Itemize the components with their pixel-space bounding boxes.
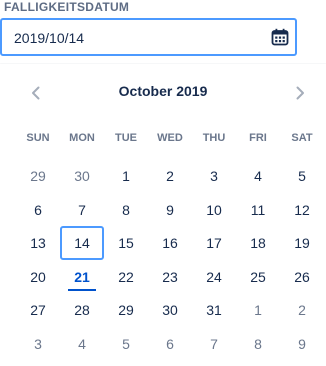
day-cell[interactable]: 6 [16,193,60,227]
day-cell[interactable]: 22 [104,260,148,294]
chevron-right-icon[interactable] [290,83,310,103]
day-cell[interactable]: 26 [280,260,324,294]
calendar-icon[interactable] [271,28,289,46]
day-cell[interactable]: 3 [16,327,60,361]
weekday-sun: SUN [26,132,50,144]
day-cell[interactable]: 9 [280,327,324,361]
day-cell[interactable]: 24 [192,260,236,294]
day-cell[interactable]: 1 [236,293,280,327]
day-cell[interactable]: 28 [60,293,104,327]
day-cell[interactable]: 7 [60,193,104,227]
day-cell[interactable]: 12 [280,193,324,227]
day-cell[interactable]: 3 [192,159,236,193]
day-cell[interactable]: 4 [60,327,104,361]
day-cell[interactable]: 6 [148,327,192,361]
month-year-title: October 2019 [118,83,208,99]
day-cell[interactable]: 8 [104,193,148,227]
day-cell[interactable]: 18 [236,226,280,260]
calendar-day-grid: 29 30 1 2 3 4 5 6 7 8 9 10 11 12 13 14 15 16 17 18 19 20 21 22 2… [16,159,324,359]
weekday-tue: TUE [115,132,137,144]
day-cell[interactable]: 29 [16,159,60,193]
day-cell[interactable]: 5 [280,159,324,193]
day-cell[interactable]: 27 [16,293,60,327]
day-cell[interactable]: 7 [192,327,236,361]
day-cell[interactable]: 2 [280,293,324,327]
weekday-thu: THU [202,132,226,144]
weekday-sat: SAT [291,132,313,144]
day-cell-selected[interactable]: 14 [60,226,104,260]
day-cell[interactable]: 4 [236,159,280,193]
weekday-fri: FRI [249,132,267,144]
day-cell[interactable]: 17 [192,226,236,260]
day-cell[interactable]: 8 [236,327,280,361]
day-cell[interactable]: 15 [104,226,148,260]
day-cell[interactable]: 5 [104,327,148,361]
day-cell[interactable]: 23 [148,260,192,294]
due-date-value: 2019/10/14 [14,30,85,46]
day-cell-today[interactable]: 21 [60,260,104,294]
day-cell[interactable]: 1 [104,159,148,193]
day-cell[interactable]: 30 [60,159,104,193]
weekday-mon: MON [69,132,95,144]
day-cell[interactable]: 16 [148,226,192,260]
day-cell[interactable]: 2 [148,159,192,193]
weekday-header-row: SUN MON TUE WED THU FRI SAT [16,132,324,146]
day-cell[interactable]: 10 [192,193,236,227]
day-cell[interactable]: 11 [236,193,280,227]
day-cell[interactable]: 20 [16,260,60,294]
due-date-input[interactable]: 2019/10/14 [0,18,297,56]
due-date-label: FALLIGKEITSDATUM [4,0,130,14]
day-cell[interactable]: 25 [236,260,280,294]
day-cell[interactable]: 19 [280,226,324,260]
calendar-popup: October 2019 SUN MON TUE WED THU FRI SAT… [0,64,326,366]
day-cell[interactable]: 29 [104,293,148,327]
day-cell[interactable]: 13 [16,226,60,260]
day-cell[interactable]: 9 [148,193,192,227]
weekday-wed: WED [157,132,183,144]
day-cell[interactable]: 31 [192,293,236,327]
day-cell[interactable]: 30 [148,293,192,327]
